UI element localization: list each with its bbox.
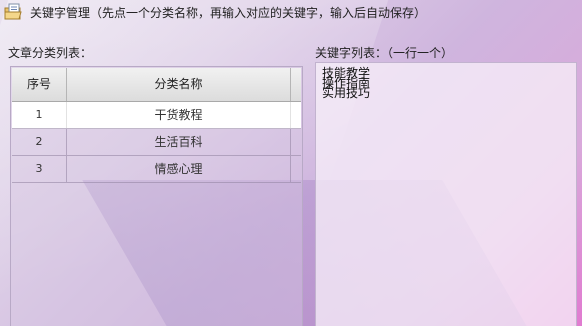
row-category-name: 生活百科: [67, 129, 291, 155]
row-category-name: 情感心理: [67, 156, 291, 182]
row-no: 3: [12, 156, 67, 182]
category-list-label: 文章分类列表：: [8, 46, 93, 60]
table-row[interactable]: 1 干货教程: [12, 102, 301, 129]
keyword-text[interactable]: 技能教学 操作指南 实用技巧: [322, 67, 370, 99]
column-header-no[interactable]: 序号: [12, 68, 67, 101]
keyword-list-label: 关键字列表：（一行一个）: [315, 46, 454, 60]
folder-notes-icon: [4, 3, 24, 21]
category-grid[interactable]: 序号 分类名称 1 干货教程 2 生活百科 3 情感心理: [10, 66, 303, 326]
grid-header: 序号 分类名称: [12, 68, 301, 102]
window-title: 关键字管理（先点一个分类名称，再输入对应的关键字，输入后自动保存）: [30, 6, 427, 20]
column-header-filler: [291, 68, 301, 101]
table-row[interactable]: 2 生活百科: [12, 129, 301, 156]
row-no: 2: [12, 129, 67, 155]
row-no: 1: [12, 102, 67, 128]
table-row[interactable]: 3 情感心理: [12, 156, 301, 183]
row-category-name: 干货教程: [67, 102, 291, 128]
title-bar: 关键字管理（先点一个分类名称，再输入对应的关键字，输入后自动保存）: [0, 0, 582, 26]
keyword-textarea[interactable]: 技能教学 操作指南 实用技巧: [315, 62, 577, 326]
keyword-manager-window: 关键字管理（先点一个分类名称，再输入对应的关键字，输入后自动保存） 文章分类列表…: [0, 0, 582, 326]
column-header-name[interactable]: 分类名称: [67, 68, 291, 101]
